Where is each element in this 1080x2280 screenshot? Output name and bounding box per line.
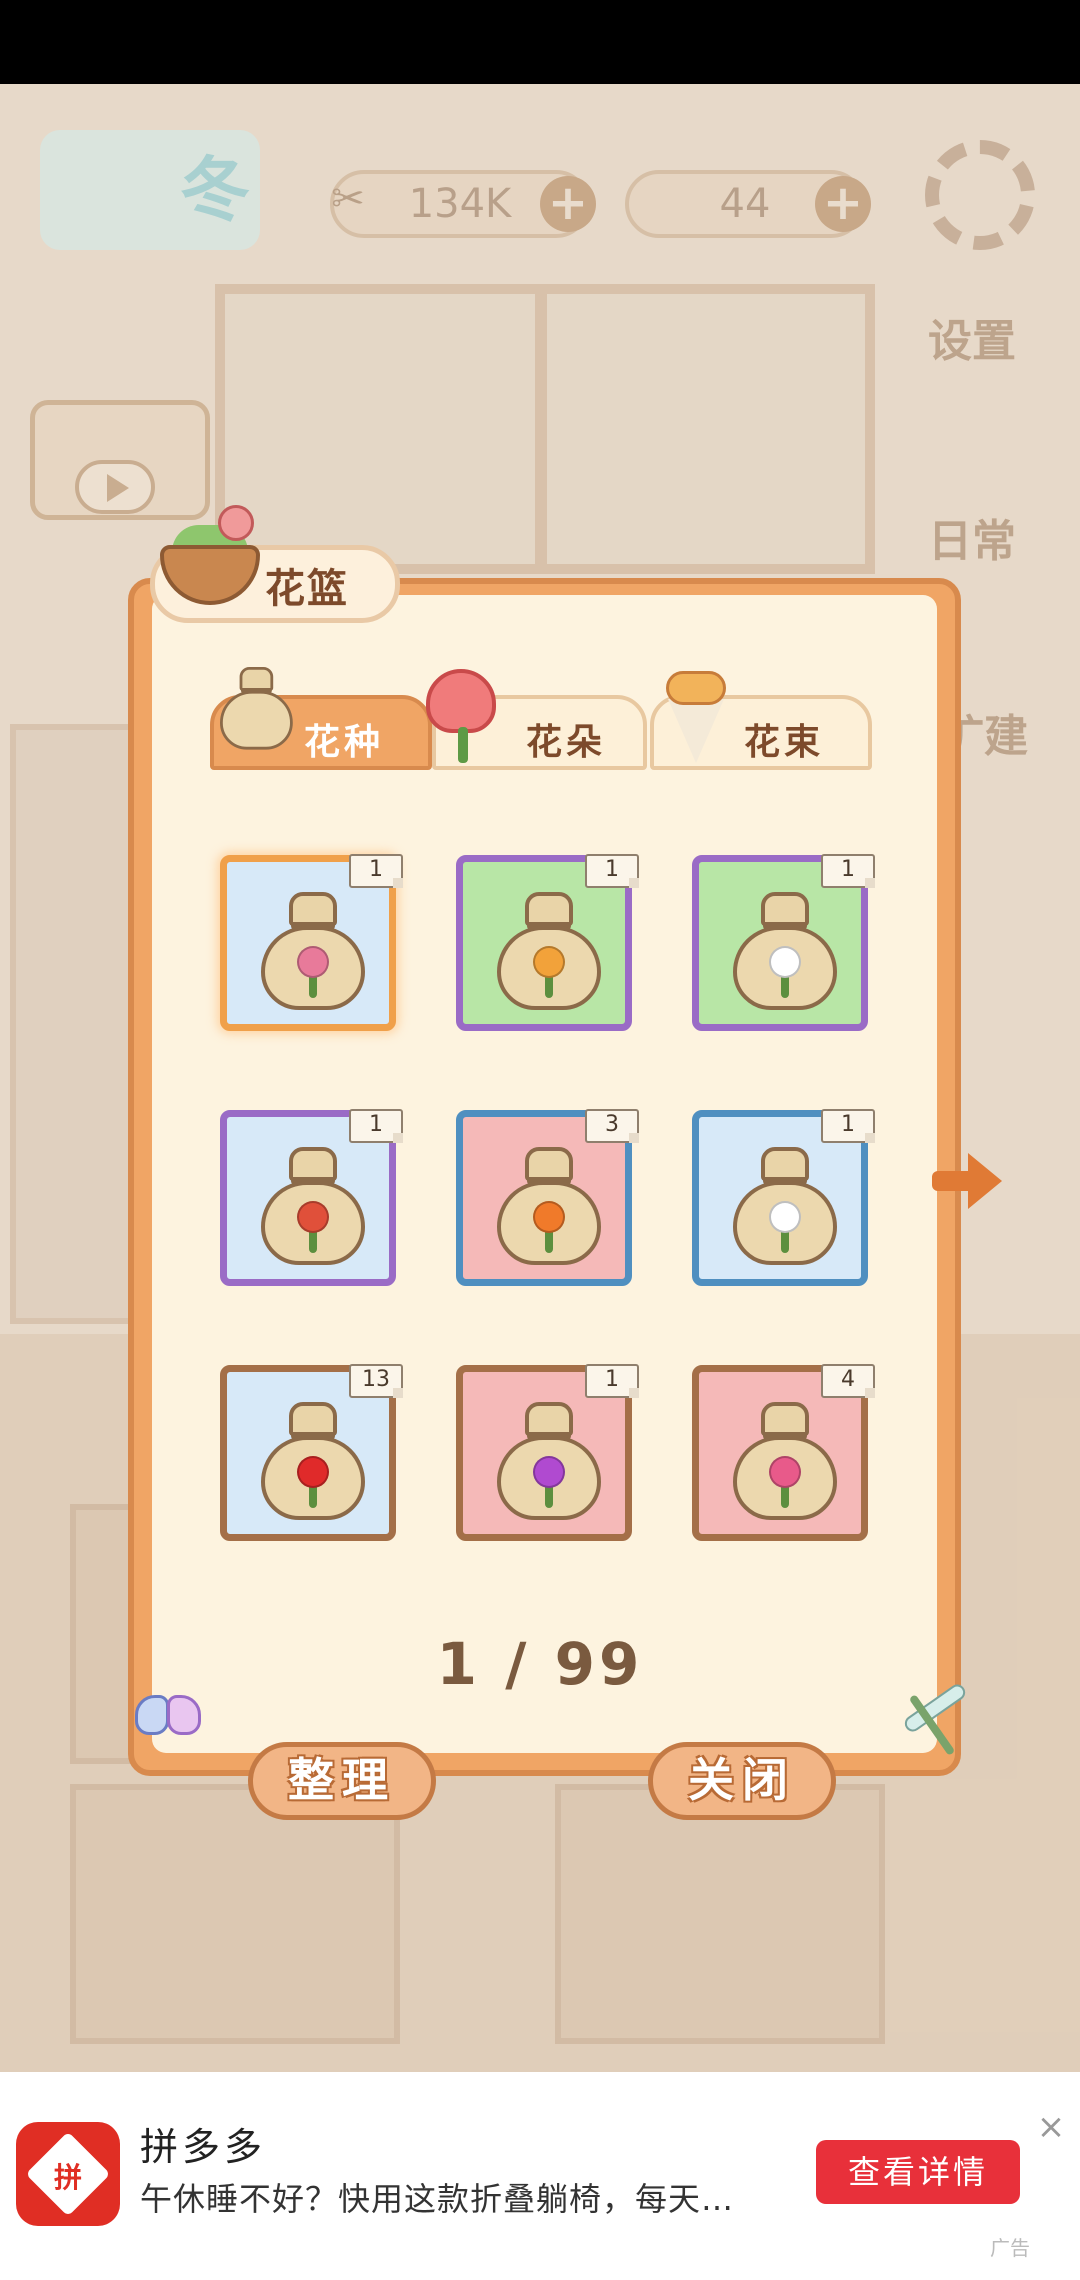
seed-bag-icon bbox=[733, 1147, 837, 1265]
item-count-badge: 1 bbox=[585, 854, 639, 888]
close-icon[interactable]: × bbox=[1036, 2110, 1066, 2144]
cheese-currency: 44 + bbox=[625, 170, 871, 238]
page-indicator: 1 / 99 bbox=[436, 1630, 644, 1698]
play-icon bbox=[75, 460, 155, 514]
settings-label[interactable]: 设置 bbox=[928, 305, 1016, 369]
gear-icon[interactable] bbox=[925, 140, 1035, 250]
seed-bag-icon bbox=[261, 1147, 365, 1265]
seed-slot[interactable]: 13 bbox=[220, 1364, 403, 1541]
pinduoduo-logo-icon: 拼 bbox=[16, 2122, 120, 2226]
ad-label: 广告 bbox=[990, 2236, 1030, 2260]
seed-slot[interactable]: 4 bbox=[692, 1364, 875, 1541]
seed-slot[interactable]: 1 bbox=[220, 854, 403, 1031]
seed-slot[interactable]: 1 bbox=[456, 1364, 639, 1541]
seed-bag-icon bbox=[497, 1402, 601, 1520]
fish-add-button[interactable]: + bbox=[540, 176, 596, 232]
tab-flowers[interactable]: 花朵 bbox=[426, 669, 647, 770]
next-page-arrow-icon[interactable] bbox=[932, 1145, 1002, 1215]
close-dialog-button[interactable]: 关闭 bbox=[648, 1742, 836, 1820]
daily-label[interactable]: 日常 bbox=[928, 505, 1016, 569]
fish-bone-icon: ✂ bbox=[331, 176, 365, 222]
seed-slot[interactable]: 1 bbox=[456, 854, 639, 1031]
seed-slot[interactable]: 3 bbox=[456, 1109, 639, 1286]
butterfly-icon bbox=[135, 1695, 205, 1755]
seed-bag-icon bbox=[497, 892, 601, 1010]
seed-bag-icon bbox=[497, 1147, 601, 1265]
cheese-currency-value: 44 bbox=[719, 181, 771, 227]
ad-view-details-button[interactable]: 查看详情 bbox=[816, 2140, 1020, 2204]
sort-button[interactable]: 整理 bbox=[248, 1742, 436, 1820]
tab-seeds[interactable]: 花种 bbox=[210, 667, 432, 770]
bouquet-icon bbox=[660, 671, 730, 763]
seed-bag-icon bbox=[261, 892, 365, 1010]
item-count-badge: 1 bbox=[585, 1364, 639, 1398]
seed-bag-icon bbox=[261, 1402, 365, 1520]
tab-bouquets-label: 花束 bbox=[744, 722, 825, 763]
basket-icon bbox=[156, 505, 266, 605]
item-count-badge: 3 bbox=[585, 1109, 639, 1143]
status-bar bbox=[0, 0, 1080, 84]
logo-text: 拼 bbox=[53, 2161, 82, 2194]
item-count-badge: 13 bbox=[349, 1364, 403, 1398]
seed-bag-icon bbox=[733, 1402, 837, 1520]
tab-bouquets[interactable]: 花束 bbox=[650, 671, 872, 770]
seed-slot[interactable]: 1 bbox=[692, 854, 875, 1031]
item-count-badge: 1 bbox=[821, 854, 875, 888]
seed-bag-icon bbox=[220, 667, 293, 757]
season-badge[interactable]: 冬 bbox=[40, 130, 260, 250]
ad-banner[interactable]: 拼 拼多多 午休睡不好？快用这款折叠躺椅，每天… 查看详情 × bbox=[0, 2072, 1080, 2280]
seed-slot[interactable]: 1 bbox=[220, 1109, 403, 1286]
dragonfly-icon bbox=[890, 1681, 980, 1760]
item-count-badge: 1 bbox=[349, 854, 403, 888]
seed-slot[interactable]: 1 bbox=[692, 1109, 875, 1286]
rose-icon bbox=[426, 669, 496, 733]
ad-description: 午休睡不好？快用这款折叠躺椅，每天… bbox=[140, 2180, 735, 2218]
dialog-title: 花篮 bbox=[265, 566, 349, 612]
fish-currency-value: 134K bbox=[408, 181, 512, 227]
ad-app-name: 拼多多 bbox=[140, 2125, 267, 2169]
seed-bag-icon bbox=[733, 892, 837, 1010]
tab-seeds-label: 花种 bbox=[304, 722, 385, 763]
cheese-add-button[interactable]: + bbox=[815, 176, 871, 232]
item-count-badge: 4 bbox=[821, 1364, 875, 1398]
item-count-badge: 1 bbox=[349, 1109, 403, 1143]
video-ad-button[interactable] bbox=[30, 400, 210, 520]
tab-flowers-label: 花朵 bbox=[526, 722, 607, 763]
item-count-badge: 1 bbox=[821, 1109, 875, 1143]
